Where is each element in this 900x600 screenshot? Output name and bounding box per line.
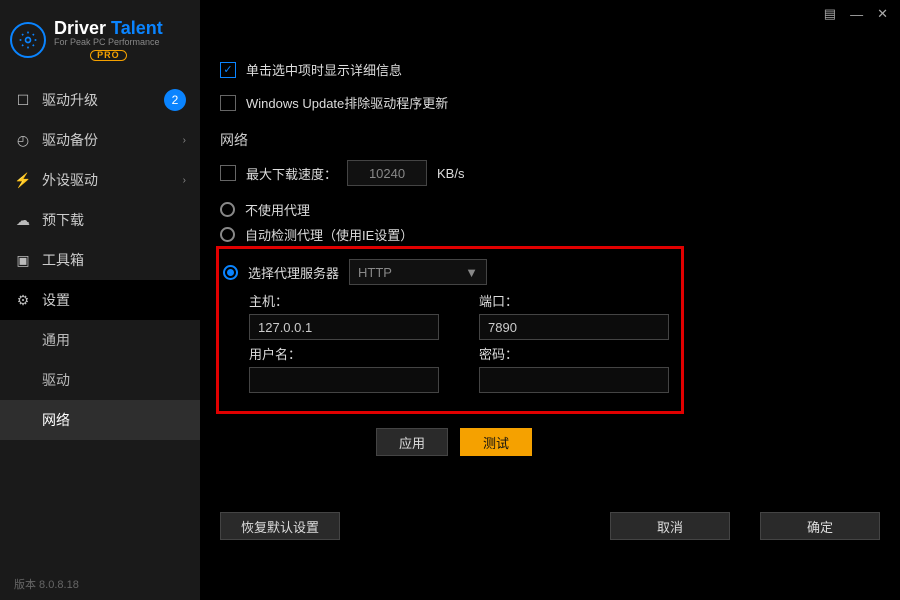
sub-driver[interactable]: 驱动: [0, 360, 200, 400]
nav-peripheral[interactable]: ⚡ 外设驱动 ›: [0, 160, 200, 200]
pass-label: 密码：: [479, 344, 669, 363]
restore-defaults-button[interactable]: 恢复默认设置: [220, 512, 340, 540]
proxy-protocol-select[interactable]: HTTP ▼: [349, 259, 487, 285]
proxy-highlight-box: 选择代理服务器 HTTP ▼ 主机： 端口： 用户名： 密码：: [216, 246, 684, 414]
max-download-label: 最大下载速度：: [246, 164, 337, 183]
monitor-icon: ☐: [14, 92, 32, 109]
host-input[interactable]: [249, 314, 439, 340]
nav-driver-backup[interactable]: ◴ 驱动备份 ›: [0, 120, 200, 160]
section-title-network: 网络: [220, 130, 880, 150]
nav-label: 外设驱动: [42, 170, 98, 190]
apply-button[interactable]: 应用: [376, 428, 448, 456]
checkbox-show-detail[interactable]: ✓: [220, 62, 236, 78]
sub-general[interactable]: 通用: [0, 320, 200, 360]
nav-label: 驱动升级: [42, 90, 98, 110]
menu-icon[interactable]: ▤: [824, 6, 836, 22]
host-label: 主机：: [249, 291, 439, 310]
chevron-right-icon: ›: [183, 135, 186, 146]
cloud-icon: ☁: [14, 212, 32, 229]
logo-title: Driver Talent: [54, 19, 163, 38]
checkbox-win-update[interactable]: [220, 95, 236, 111]
pro-badge: PRO: [90, 50, 127, 61]
nav-label: 预下载: [42, 210, 84, 230]
unit-label: KB/s: [437, 166, 464, 181]
cancel-button[interactable]: 取消: [610, 512, 730, 540]
nav: ☐ 驱动升级 2 ◴ 驱动备份 › ⚡ 外设驱动 › ☁ 预下载 ▣ 工具箱 ⚙…: [0, 80, 200, 568]
ok-button[interactable]: 确定: [760, 512, 880, 540]
checkbox-max-download[interactable]: [220, 165, 236, 181]
checkbox-label: 单击选中项时显示详细信息: [246, 60, 402, 79]
chevron-down-icon: ▼: [465, 265, 478, 280]
close-icon[interactable]: ✕: [877, 6, 888, 22]
radio-proxy-manual[interactable]: [223, 265, 238, 280]
plug-icon: ⚡: [14, 172, 32, 189]
nav-label: 设置: [42, 290, 70, 310]
checkbox-label: Windows Update排除驱动程序更新: [246, 93, 448, 112]
radio-label: 选择代理服务器: [248, 263, 339, 282]
chevron-right-icon: ›: [183, 175, 186, 186]
logo: Driver Talent For Peak PC Performance PR…: [0, 0, 200, 70]
user-label: 用户名：: [249, 344, 439, 363]
version-label: 版本 8.0.8.18: [0, 568, 200, 600]
toolbox-icon: ▣: [14, 252, 32, 269]
nav-settings[interactable]: ⚙ 设置: [0, 280, 200, 320]
sidebar: Driver Talent For Peak PC Performance PR…: [0, 0, 200, 600]
port-input[interactable]: [479, 314, 669, 340]
nav-driver-update[interactable]: ☐ 驱动升级 2: [0, 80, 200, 120]
max-download-input[interactable]: [347, 160, 427, 186]
logo-gear-icon: [10, 22, 46, 58]
radio-proxy-none[interactable]: [220, 202, 235, 217]
pass-input[interactable]: [479, 367, 669, 393]
gear-icon: ⚙: [14, 292, 32, 309]
badge: 2: [164, 89, 186, 111]
nav-label: 驱动备份: [42, 130, 98, 150]
sub-network[interactable]: 网络: [0, 400, 200, 440]
radio-label: 自动检测代理（使用IE设置）: [245, 225, 413, 244]
nav-predownload[interactable]: ☁ 预下载: [0, 200, 200, 240]
logo-subtitle: For Peak PC Performance: [54, 38, 163, 47]
clock-icon: ◴: [14, 132, 32, 149]
minimize-icon[interactable]: —: [850, 7, 863, 22]
titlebar: ▤ — ✕: [824, 0, 900, 28]
test-button[interactable]: 测试: [460, 428, 532, 456]
nav-label: 工具箱: [42, 250, 84, 270]
nav-toolbox[interactable]: ▣ 工具箱: [0, 240, 200, 280]
bottom-bar: 恢复默认设置 取消 确定: [220, 512, 880, 540]
user-input[interactable]: [249, 367, 439, 393]
port-label: 端口：: [479, 291, 669, 310]
radio-proxy-auto[interactable]: [220, 227, 235, 242]
radio-label: 不使用代理: [245, 200, 310, 219]
